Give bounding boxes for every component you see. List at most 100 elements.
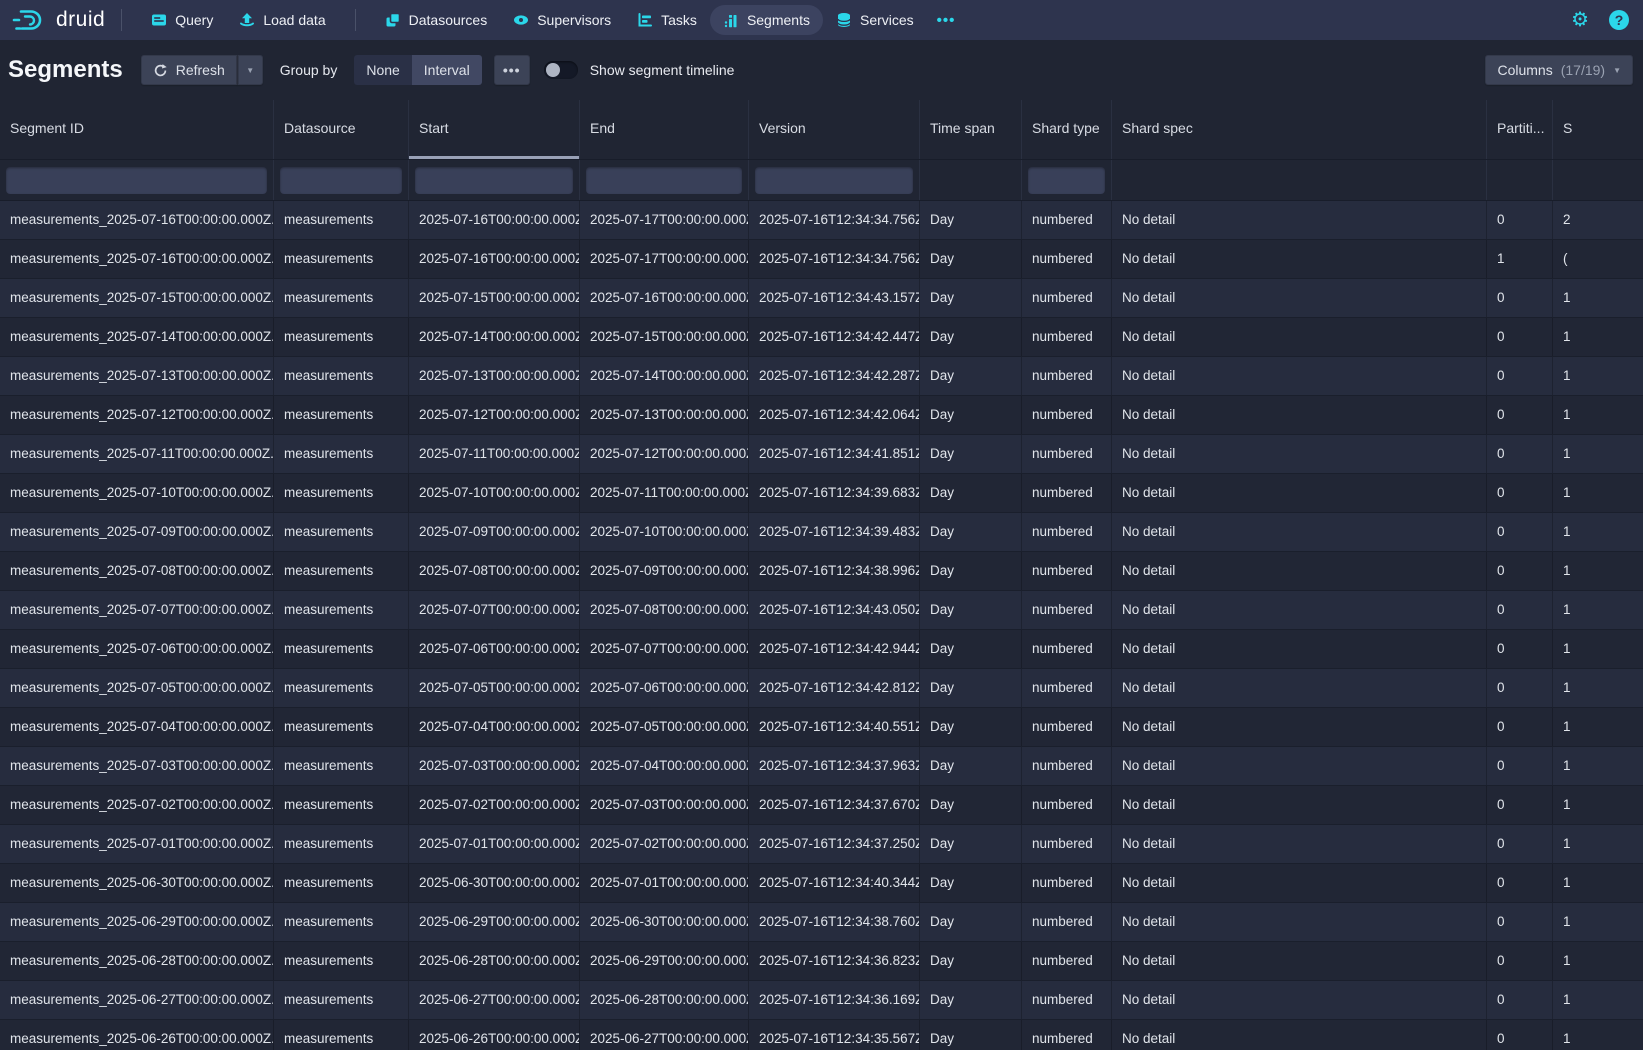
nav-item-load-data[interactable]: Load data xyxy=(226,5,338,35)
cell-end[interactable]: 2025-07-16T00:00:00.000Z xyxy=(580,279,749,317)
cell-time-span[interactable]: Day xyxy=(920,630,1022,668)
cell-start[interactable]: 2025-07-16T00:00:00.000Z xyxy=(409,201,580,239)
column-header-version[interactable]: Version xyxy=(749,100,920,159)
cell-shard-type[interactable]: numbered xyxy=(1022,279,1112,317)
cell-s[interactable]: 1 xyxy=(1553,474,1643,512)
cell-version[interactable]: 2025-07-16T12:34:40.551Z xyxy=(749,708,920,746)
cell-shard-type[interactable]: numbered xyxy=(1022,864,1112,902)
cell-end[interactable]: 2025-07-10T00:00:00.000Z xyxy=(580,513,749,551)
filter-input-shard-type[interactable] xyxy=(1028,167,1105,194)
cell-partiti[interactable]: 0 xyxy=(1487,474,1553,512)
cell-shard-type[interactable]: numbered xyxy=(1022,903,1112,941)
cell-s[interactable]: 1 xyxy=(1553,552,1643,590)
cell-partiti[interactable]: 0 xyxy=(1487,435,1553,473)
cell-version[interactable]: 2025-07-16T12:34:38.760Z xyxy=(749,903,920,941)
cell-datasource[interactable]: measurements xyxy=(274,201,409,239)
cell-segment-id[interactable]: measurements_2025-06-30T00:00:00.000Z... xyxy=(0,864,274,902)
cell-shard-spec[interactable]: No detail xyxy=(1112,357,1487,395)
cell-partiti[interactable]: 0 xyxy=(1487,903,1553,941)
cell-version[interactable]: 2025-07-16T12:34:39.483Z xyxy=(749,513,920,551)
cell-time-span[interactable]: Day xyxy=(920,903,1022,941)
cell-segment-id[interactable]: measurements_2025-07-02T00:00:00.000Z... xyxy=(0,786,274,824)
cell-segment-id[interactable]: measurements_2025-06-26T00:00:00.000Z... xyxy=(0,1020,274,1050)
cell-version[interactable]: 2025-07-16T12:34:34.756Z xyxy=(749,201,920,239)
cell-start[interactable]: 2025-07-16T00:00:00.000Z xyxy=(409,240,580,278)
cell-shard-spec[interactable]: No detail xyxy=(1112,474,1487,512)
cell-partiti[interactable]: 0 xyxy=(1487,1020,1553,1050)
cell-time-span[interactable]: Day xyxy=(920,1020,1022,1050)
cell-shard-type[interactable]: numbered xyxy=(1022,786,1112,824)
column-header-end[interactable]: End xyxy=(580,100,749,159)
cell-shard-spec[interactable]: No detail xyxy=(1112,591,1487,629)
cell-shard-spec[interactable]: No detail xyxy=(1112,864,1487,902)
cell-shard-spec[interactable]: No detail xyxy=(1112,279,1487,317)
cell-shard-type[interactable]: numbered xyxy=(1022,708,1112,746)
cell-datasource[interactable]: measurements xyxy=(274,630,409,668)
cell-datasource[interactable]: measurements xyxy=(274,981,409,1019)
table-row[interactable]: measurements_2025-06-26T00:00:00.000Z...… xyxy=(0,1020,1643,1050)
cell-version[interactable]: 2025-07-16T12:34:43.050Z xyxy=(749,591,920,629)
table-row[interactable]: measurements_2025-07-07T00:00:00.000Z...… xyxy=(0,591,1643,630)
more-options-button[interactable]: ••• xyxy=(494,55,530,85)
table-row[interactable]: measurements_2025-07-14T00:00:00.000Z...… xyxy=(0,318,1643,357)
nav-item-services[interactable]: Services xyxy=(823,5,927,35)
cell-segment-id[interactable]: measurements_2025-06-27T00:00:00.000Z... xyxy=(0,981,274,1019)
cell-version[interactable]: 2025-07-16T12:34:36.823Z xyxy=(749,942,920,980)
cell-end[interactable]: 2025-07-05T00:00:00.000Z xyxy=(580,708,749,746)
cell-version[interactable]: 2025-07-16T12:34:35.567Z xyxy=(749,1020,920,1050)
cell-time-span[interactable]: Day xyxy=(920,474,1022,512)
cell-shard-spec[interactable]: No detail xyxy=(1112,786,1487,824)
cell-start[interactable]: 2025-06-27T00:00:00.000Z xyxy=(409,981,580,1019)
cell-shard-spec[interactable]: No detail xyxy=(1112,747,1487,785)
cell-start[interactable]: 2025-07-02T00:00:00.000Z xyxy=(409,786,580,824)
cell-start[interactable]: 2025-06-26T00:00:00.000Z xyxy=(409,1020,580,1050)
cell-start[interactable]: 2025-06-28T00:00:00.000Z xyxy=(409,942,580,980)
cell-datasource[interactable]: measurements xyxy=(274,825,409,863)
table-row[interactable]: measurements_2025-06-28T00:00:00.000Z...… xyxy=(0,942,1643,981)
cell-s[interactable]: 1 xyxy=(1553,747,1643,785)
cell-end[interactable]: 2025-07-15T00:00:00.000Z xyxy=(580,318,749,356)
table-row[interactable]: measurements_2025-06-30T00:00:00.000Z...… xyxy=(0,864,1643,903)
table-row[interactable]: measurements_2025-07-11T00:00:00.000Z...… xyxy=(0,435,1643,474)
cell-shard-spec[interactable]: No detail xyxy=(1112,201,1487,239)
cell-s[interactable]: 1 xyxy=(1553,981,1643,1019)
cell-partiti[interactable]: 0 xyxy=(1487,201,1553,239)
cell-segment-id[interactable]: measurements_2025-07-04T00:00:00.000Z... xyxy=(0,708,274,746)
cell-segment-id[interactable]: measurements_2025-07-16T00:00:00.000Z... xyxy=(0,201,274,239)
cell-partiti[interactable]: 0 xyxy=(1487,279,1553,317)
cell-version[interactable]: 2025-07-16T12:34:37.963Z xyxy=(749,747,920,785)
cell-time-span[interactable]: Day xyxy=(920,591,1022,629)
cell-datasource[interactable]: measurements xyxy=(274,513,409,551)
cell-start[interactable]: 2025-07-12T00:00:00.000Z xyxy=(409,396,580,434)
cell-version[interactable]: 2025-07-16T12:34:42.944Z xyxy=(749,630,920,668)
cell-start[interactable]: 2025-07-09T00:00:00.000Z xyxy=(409,513,580,551)
cell-partiti[interactable]: 0 xyxy=(1487,825,1553,863)
table-row[interactable]: measurements_2025-07-13T00:00:00.000Z...… xyxy=(0,357,1643,396)
cell-start[interactable]: 2025-07-10T00:00:00.000Z xyxy=(409,474,580,512)
table-row[interactable]: measurements_2025-07-16T00:00:00.000Z...… xyxy=(0,240,1643,279)
cell-s[interactable]: 1 xyxy=(1553,357,1643,395)
cell-start[interactable]: 2025-07-15T00:00:00.000Z xyxy=(409,279,580,317)
cell-s[interactable]: 1 xyxy=(1553,513,1643,551)
column-header-start[interactable]: Start xyxy=(409,100,580,159)
table-row[interactable]: measurements_2025-07-01T00:00:00.000Z...… xyxy=(0,825,1643,864)
cell-end[interactable]: 2025-06-28T00:00:00.000Z xyxy=(580,981,749,1019)
cell-segment-id[interactable]: measurements_2025-07-10T00:00:00.000Z... xyxy=(0,474,274,512)
cell-shard-spec[interactable]: No detail xyxy=(1112,552,1487,590)
cell-start[interactable]: 2025-07-11T00:00:00.000Z xyxy=(409,435,580,473)
cell-time-span[interactable]: Day xyxy=(920,552,1022,590)
cell-version[interactable]: 2025-07-16T12:34:37.670Z xyxy=(749,786,920,824)
cell-time-span[interactable]: Day xyxy=(920,942,1022,980)
table-row[interactable]: measurements_2025-07-15T00:00:00.000Z...… xyxy=(0,279,1643,318)
cell-start[interactable]: 2025-07-13T00:00:00.000Z xyxy=(409,357,580,395)
cell-segment-id[interactable]: measurements_2025-07-11T00:00:00.000Z... xyxy=(0,435,274,473)
cell-shard-type[interactable]: numbered xyxy=(1022,318,1112,356)
cell-segment-id[interactable]: measurements_2025-06-28T00:00:00.000Z... xyxy=(0,942,274,980)
cell-version[interactable]: 2025-07-16T12:34:39.683Z xyxy=(749,474,920,512)
cell-datasource[interactable]: measurements xyxy=(274,1020,409,1050)
cell-shard-type[interactable]: numbered xyxy=(1022,474,1112,512)
cell-s[interactable]: 1 xyxy=(1553,825,1643,863)
cell-shard-type[interactable]: numbered xyxy=(1022,591,1112,629)
column-header-time-span[interactable]: Time span xyxy=(920,100,1022,159)
cell-partiti[interactable]: 0 xyxy=(1487,864,1553,902)
